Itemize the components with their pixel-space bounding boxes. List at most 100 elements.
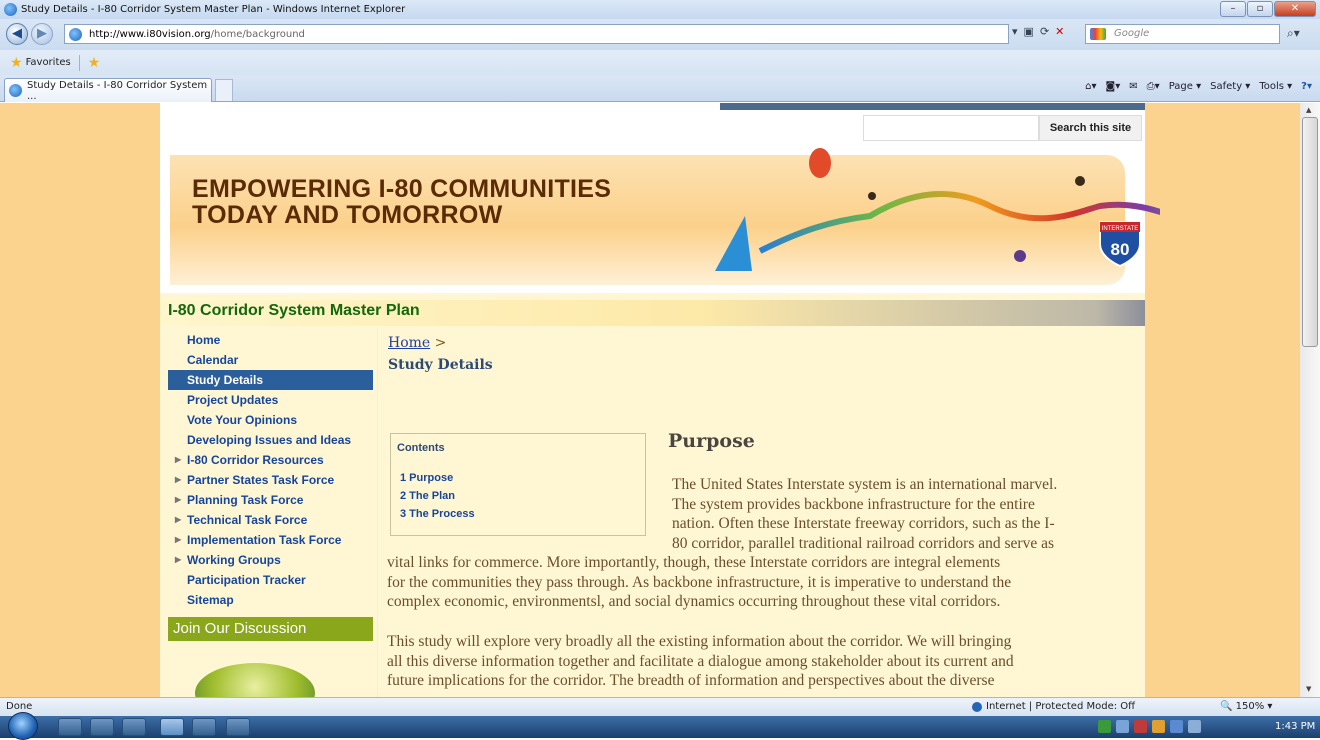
purpose-paragraph-full: vital links for commerce. More important…	[387, 553, 1011, 612]
new-tab-button[interactable]	[215, 79, 233, 101]
home-icon[interactable]: ⌂▾	[1085, 81, 1096, 92]
favorites-button[interactable]: Favorites	[26, 57, 71, 68]
taskbar: 1:43 PM	[0, 712, 1320, 740]
refresh-icon[interactable]: ⟳	[1040, 25, 1049, 38]
sidebar-item-calendar[interactable]: Calendar	[168, 350, 373, 370]
sidebar-item-label: Technical Task Force	[187, 513, 308, 527]
favorites-star-icon[interactable]: ★	[10, 55, 23, 71]
search-input[interactable]: Google	[1085, 24, 1280, 44]
header-accent-bar	[720, 103, 1145, 110]
sidebar-item-label: Vote Your Opinions	[187, 413, 298, 427]
sidebar-item-study-details[interactable]: Study Details	[168, 370, 373, 390]
sidebar-item-technical-task-force[interactable]: ▶ Technical Task Force	[168, 510, 373, 530]
site-page: Search this site EMPOWERING I-80 COMMUNI…	[160, 103, 1160, 697]
taskbar-explorer-icon[interactable]	[90, 718, 114, 736]
expand-triangle-icon[interactable]: ▶	[175, 530, 181, 550]
toc-item-purpose[interactable]: 1 Purpose	[400, 472, 453, 484]
help-icon[interactable]: ?▾	[1301, 81, 1312, 92]
scrollbar-thumb[interactable]	[1302, 117, 1318, 347]
taskbar-media-icon[interactable]	[122, 718, 146, 736]
main-content: Home > Study Details Contents 1 Purpose …	[377, 328, 1143, 697]
taskbar-app-icon[interactable]	[192, 718, 216, 736]
page-menu[interactable]: Page ▾	[1169, 81, 1201, 92]
site-search-input[interactable]	[863, 115, 1039, 141]
expand-triangle-icon[interactable]: ▶	[175, 550, 181, 570]
vertical-scrollbar[interactable]: ▲ ▼	[1300, 103, 1320, 697]
compatibility-icon[interactable]: ▣	[1024, 25, 1034, 38]
minimize-button[interactable]: –	[1220, 1, 1246, 17]
sidebar-item-project-updates[interactable]: Project Updates	[168, 390, 373, 410]
paragraph-line: for the communities they pass through. A…	[387, 573, 1012, 591]
sidebar-item-partner-states-task-force[interactable]: ▶ Partner States Task Force	[168, 470, 373, 490]
taskbar-active-ie-window[interactable]	[160, 718, 184, 736]
start-button[interactable]	[8, 712, 38, 740]
sidebar-item-developing-issues-and-ideas[interactable]: Developing Issues and Ideas	[168, 430, 373, 450]
expand-triangle-icon[interactable]: ▶	[175, 490, 181, 510]
purpose-heading: Purpose	[668, 430, 755, 452]
security-zone[interactable]: Internet | Protected Mode: Off	[986, 701, 1135, 712]
sidebar-nav: Home Calendar Study Details Project Updates…	[168, 330, 373, 610]
rafters-icon	[1014, 250, 1026, 262]
site-search-button[interactable]: Search this site	[1039, 115, 1142, 141]
sidebar-item-implementation-task-force[interactable]: ▶ Implementation Task Force	[168, 530, 373, 550]
address-dropdown-icon[interactable]: ▾	[1012, 25, 1018, 38]
print-icon[interactable]: ⎙▾	[1147, 81, 1160, 92]
tray-icon[interactable]	[1152, 720, 1165, 733]
taskbar-ie-icon[interactable]	[58, 718, 82, 736]
expand-triangle-icon[interactable]: ▶	[175, 470, 181, 490]
expand-triangle-icon[interactable]: ▶	[175, 450, 181, 470]
search-magnifier-icon[interactable]: ⌕▾	[1287, 26, 1300, 41]
scroll-down-icon[interactable]: ▼	[1306, 685, 1311, 693]
join-discussion-heading[interactable]: Join Our Discussion	[168, 617, 373, 641]
close-window-button[interactable]: ✕	[1274, 1, 1316, 17]
sidebar-item-home[interactable]: Home	[168, 330, 373, 350]
sidebar-item-working-groups[interactable]: ▶ Working Groups	[168, 550, 373, 570]
sidebar-item-planning-task-force[interactable]: ▶ Planning Task Force	[168, 490, 373, 510]
expand-triangle-icon[interactable]: ▶	[175, 510, 181, 530]
sidebar-item-participation-tracker[interactable]: Participation Tracker	[168, 570, 373, 590]
hiker-icon	[868, 192, 876, 200]
tab-page-icon	[9, 84, 22, 97]
sidebar-item-sitemap[interactable]: Sitemap	[168, 590, 373, 610]
sidebar-item-label: Working Groups	[187, 553, 281, 567]
tab-study-details[interactable]: Study Details - I-80 Corridor System ...	[4, 78, 212, 102]
sidebar-item-label: Home	[187, 333, 221, 347]
toc-item-the-plan[interactable]: 2 The Plan	[400, 490, 455, 502]
sidebar-item-i-80-corridor-resources[interactable]: ▶ I-80 Corridor Resources	[168, 450, 373, 470]
tray-antivirus-icon[interactable]	[1134, 720, 1147, 733]
taskbar-app2-icon[interactable]	[226, 718, 250, 736]
tray-icon[interactable]	[1188, 720, 1201, 733]
shield-label: INTERSTATE	[1102, 226, 1138, 232]
safety-menu[interactable]: Safety ▾	[1210, 81, 1250, 92]
forward-button[interactable]: ▶	[31, 23, 53, 45]
maximize-button[interactable]: ▫	[1247, 1, 1273, 17]
tray-icon[interactable]	[1116, 720, 1129, 733]
breadcrumb-home-link[interactable]: Home	[388, 335, 430, 351]
site-title: I-80 Corridor System Master Plan	[168, 302, 420, 319]
address-url: http://www.i80vision.org/home/background	[89, 28, 305, 40]
mail-icon[interactable]: ✉	[1129, 81, 1137, 92]
paragraph-line: The system provides backbone infrastruct…	[672, 495, 1035, 513]
tray-network-icon[interactable]	[1098, 720, 1111, 733]
purpose-paragraph-wrapped: The United States Interstate system is a…	[672, 475, 1057, 553]
zoom-level[interactable]: 🔍 150% ▾	[1220, 701, 1272, 712]
address-tools: ▾ ▣ ⟳ ✕	[1012, 25, 1064, 38]
sidebar-item-label: Study Details	[187, 373, 264, 387]
paragraph-line: The United States Interstate system is a…	[672, 476, 1058, 493]
status-bar: Done Internet | Protected Mode: Off 🔍 15…	[0, 697, 1320, 716]
tab-label: Study Details - I-80 Corridor System ...	[27, 79, 208, 102]
sidebar-item-vote-your-opinions[interactable]: Vote Your Opinions	[168, 410, 373, 430]
tray-volume-icon[interactable]	[1170, 720, 1183, 733]
add-favorite-icon[interactable]: ★	[88, 55, 101, 71]
clock[interactable]: 1:43 PM	[1275, 721, 1315, 732]
scroll-up-icon[interactable]: ▲	[1306, 106, 1311, 114]
stop-icon[interactable]: ✕	[1055, 25, 1064, 38]
feeds-icon[interactable]: ◙▾	[1106, 81, 1121, 92]
paragraph-line: complex economic, environmentsl, and soc…	[387, 593, 1001, 610]
back-button[interactable]: ◀	[6, 23, 28, 45]
window-controls: – ▫ ✕	[1220, 1, 1316, 17]
tools-menu[interactable]: Tools ▾	[1259, 81, 1292, 92]
toc-title: Contents	[397, 442, 445, 454]
toc-item-the-process[interactable]: 3 The Process	[400, 508, 475, 520]
address-bar[interactable]: http://www.i80vision.org/home/background	[64, 24, 1009, 44]
